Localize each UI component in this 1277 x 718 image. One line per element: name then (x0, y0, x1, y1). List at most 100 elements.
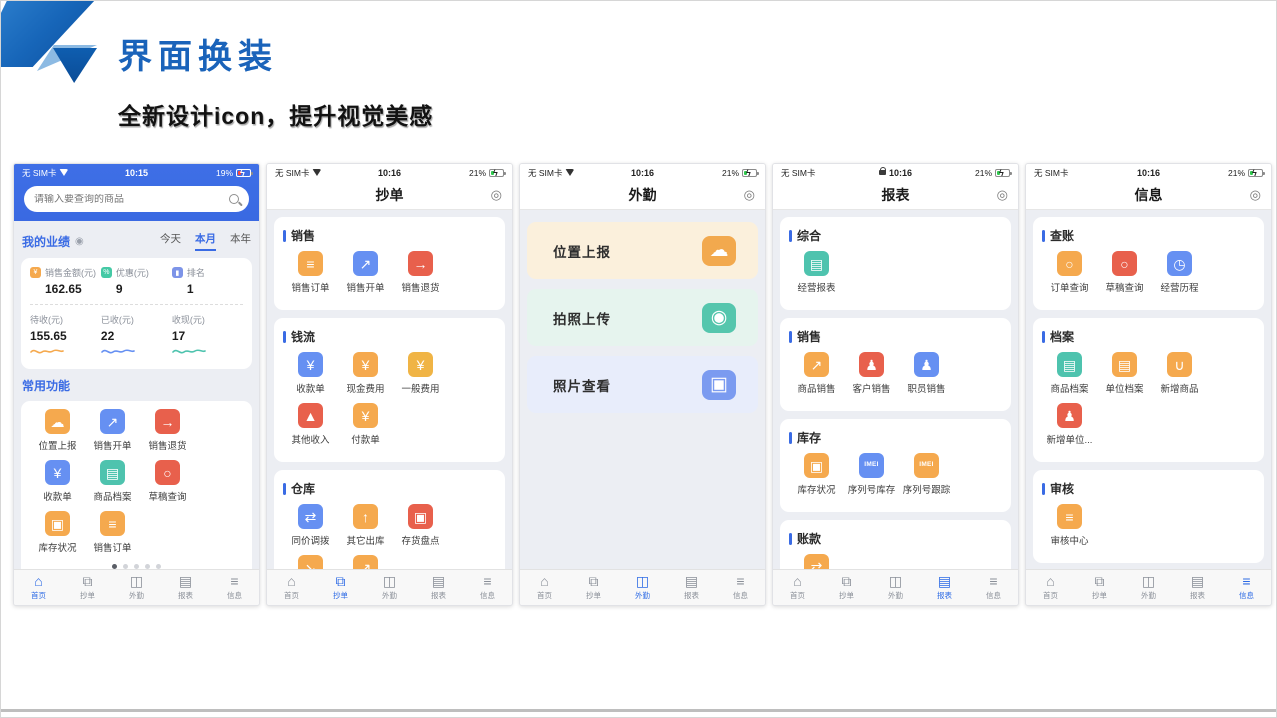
carrier-label: 无 SIM卡 (1034, 167, 1068, 179)
app-function-item[interactable]: ↗ 销售开单 (85, 409, 140, 452)
tab-item[interactable]: ≡ 信息 (969, 570, 1018, 605)
app-function-item[interactable]: ◷经营历程 (1152, 251, 1207, 294)
receipt-bill-icon: ¥ (298, 352, 323, 377)
app-function-item[interactable]: ¥一般费用 (393, 352, 448, 395)
app-function-item[interactable]: → 销售退货 (140, 409, 195, 452)
phone-screen-info: 无 SIM卡 10:16 21%ϟ 信息 ◎ 查账 ○订单查询○草稿查询◷经营历… (1025, 163, 1272, 606)
orders-tab-icon: ⧉ (336, 574, 346, 589)
app-function-item[interactable]: IMEI序列号跟踪 (899, 453, 954, 496)
field-banner[interactable]: 位置上报 ☁ (527, 222, 758, 279)
app-function-item[interactable]: ○草稿查询 (1097, 251, 1152, 294)
settings-gear-icon[interactable]: ◎ (744, 188, 755, 201)
app-function-item[interactable]: ▣ 库存状况 (30, 511, 85, 554)
app-function-item[interactable]: ○ 草稿查询 (140, 460, 195, 503)
app-function-item[interactable]: ♟新增单位... (1042, 403, 1097, 446)
carrier-label: 无 SIM卡 (528, 167, 562, 179)
phone-screen-orders: 无 SIM卡 10:16 21%ϟ 抄单 ◎ 销售 ≡销售订单↗销售开单→销售退… (266, 163, 513, 606)
tab-item[interactable]: ⌂ 首页 (520, 570, 569, 605)
section-card-inventory: 库存 ▣库存状况IMEI序列号库存IMEI序列号跟踪 (780, 419, 1011, 512)
app-function-item[interactable]: ▤经营报表 (789, 251, 844, 294)
search-input[interactable] (34, 194, 204, 205)
app-function-item[interactable]: IMEI序列号库存 (844, 453, 899, 496)
tab-item[interactable]: ▤ 报表 (920, 570, 969, 605)
tab-item[interactable]: ⌂ 首页 (267, 570, 316, 605)
section-card-moneyflow: 钱流 ¥收款单¥现金费用¥一般费用▲其他收入¥付款单 (274, 318, 505, 462)
settings-gear-icon[interactable]: ◎ (1250, 188, 1261, 201)
inventory-status-icon: ▣ (45, 511, 70, 536)
app-function-item[interactable]: ∪新增商品 (1152, 352, 1207, 395)
performance-tab[interactable]: 本年 (230, 231, 251, 251)
info-tab-icon: ≡ (1242, 574, 1250, 589)
app-function-item[interactable]: ≡ 销售订单 (85, 511, 140, 554)
performance-card: ¥ 销售金额(元) 162.65 % 优惠(元) (21, 258, 252, 369)
tab-item[interactable]: ◫ 外勤 (365, 570, 414, 605)
battery-percent-label: 21% (1228, 168, 1245, 178)
app-function-item[interactable]: ↗商品销售 (789, 352, 844, 395)
info-tab-icon: ≡ (736, 574, 744, 589)
tab-item[interactable]: ≡ 信息 (1222, 570, 1271, 605)
tab-item[interactable]: ≡ 信息 (463, 570, 512, 605)
sales-return-icon: → (408, 251, 433, 276)
tab-item[interactable]: ⧉ 抄单 (63, 570, 112, 605)
phone-screen-home: 无 SIM卡 10:15 19%ϟ 我的业绩 ◉ 今天本月本年 (13, 163, 260, 606)
customer-sales-icon: ♟ (859, 352, 884, 377)
field-tab-icon: ◫ (383, 574, 396, 589)
app-function-item[interactable]: →销售退货 (393, 251, 448, 294)
tab-item[interactable]: ⧉ 抄单 (569, 570, 618, 605)
performance-tab[interactable]: 今天 (160, 231, 181, 251)
tab-item[interactable]: ▤ 报表 (1173, 570, 1222, 605)
tab-item[interactable]: ≡ 信息 (716, 570, 765, 605)
tab-item[interactable]: ◫ 外勤 (871, 570, 920, 605)
tab-item[interactable]: ▤ 报表 (414, 570, 463, 605)
tab-item[interactable]: ⧉ 抄单 (822, 570, 871, 605)
app-function-item[interactable]: ▣库存状况 (789, 453, 844, 496)
tab-item[interactable]: ⌂ 首页 (773, 570, 822, 605)
app-function-item[interactable]: ▤单位档案 (1097, 352, 1152, 395)
app-function-item[interactable]: ⇄同价调拨 (283, 504, 338, 547)
performance-tab[interactable]: 本月 (195, 231, 216, 251)
tab-item[interactable]: ≡ 信息 (210, 570, 259, 605)
search-bar[interactable] (24, 186, 249, 212)
app-function-item[interactable]: ¥付款单 (338, 403, 393, 446)
app-function-item[interactable]: ♟客户销售 (844, 352, 899, 395)
eye-icon[interactable]: ◉ (75, 236, 84, 247)
app-function-item[interactable]: ♟职员销售 (899, 352, 954, 395)
app-function-item[interactable]: ¥现金费用 (338, 352, 393, 395)
tab-item[interactable]: ▤ 报表 (667, 570, 716, 605)
general-expense-icon: ¥ (408, 352, 433, 377)
tab-item[interactable]: ⧉ 抄单 (1075, 570, 1124, 605)
camera-upload-icon: ◉ (702, 303, 736, 333)
app-function-item[interactable]: ☁ 位置上报 (30, 409, 85, 452)
tab-item[interactable]: ◫ 外勤 (1124, 570, 1173, 605)
field-banner[interactable]: 拍照上传 ◉ (527, 289, 758, 346)
field-banner[interactable]: 照片查看 ▣ (527, 356, 758, 413)
app-function-item[interactable]: ↗销售开单 (338, 251, 393, 294)
app-function-item[interactable]: ≡销售订单 (283, 251, 338, 294)
app-function-item[interactable]: ○订单查询 (1042, 251, 1097, 294)
app-function-item[interactable]: ↑其它出库 (338, 504, 393, 547)
info-tab-icon: ≡ (230, 574, 238, 589)
app-function-item[interactable]: ▤商品档案 (1042, 352, 1097, 395)
tab-item[interactable]: ⌂ 首页 (1026, 570, 1075, 605)
app-function-item[interactable]: ▲其他收入 (283, 403, 338, 446)
app-function-item[interactable]: ¥收款单 (283, 352, 338, 395)
tab-item[interactable]: ◫ 外勤 (112, 570, 161, 605)
stat-item: 收现(元) 17 (172, 313, 243, 361)
app-function-item[interactable]: ▤ 商品档案 (85, 460, 140, 503)
common-functions-grid: ☁ 位置上报 ↗ 销售开单 → 销售退货 (30, 409, 243, 562)
settings-gear-icon[interactable]: ◎ (491, 188, 502, 201)
sales-billing-icon: ↗ (353, 251, 378, 276)
tab-item[interactable]: ▤ 报表 (161, 570, 210, 605)
other-outbound-icon: ↑ (353, 504, 378, 529)
tab-item[interactable]: ⌂ 首页 (14, 570, 63, 605)
app-function-item[interactable]: ≡审核中心 (1042, 504, 1097, 547)
performance-tabs: 今天本月本年 (160, 231, 251, 251)
page-title: 外勤 (629, 185, 657, 205)
tab-bar: ⌂ 首页 ⧉ 抄单 ◫ 外勤 ▤ 报表 (773, 569, 1018, 605)
slide-bottom-edge (1, 709, 1276, 712)
tab-item[interactable]: ◫ 外勤 (618, 570, 667, 605)
tab-item[interactable]: ⧉ 抄单 (316, 570, 365, 605)
app-function-item[interactable]: ▣存货盘点 (393, 504, 448, 547)
app-function-item[interactable]: ¥ 收款单 (30, 460, 85, 503)
settings-gear-icon[interactable]: ◎ (997, 188, 1008, 201)
